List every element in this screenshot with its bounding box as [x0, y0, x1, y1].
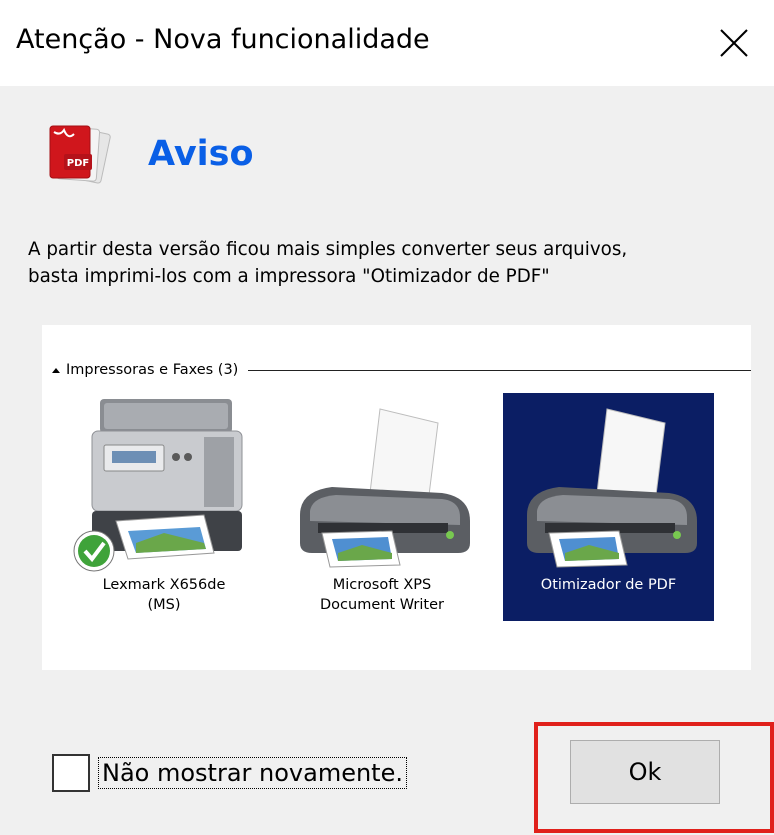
- printer-item-microsoft-xps[interactable]: Microsoft XPS Document Writer: [282, 393, 482, 621]
- printers-group-label: Impressoras e Faxes (3): [66, 362, 239, 378]
- ok-button[interactable]: Ok: [570, 740, 720, 804]
- printers-group-header[interactable]: Impressoras e Faxes (3): [52, 360, 751, 380]
- pdf-document-icon: PDF: [49, 125, 111, 184]
- dont-show-again-checkbox[interactable]: [52, 754, 90, 792]
- printer-icon: [526, 408, 697, 568]
- close-icon: [720, 29, 748, 57]
- svg-text:PDF: PDF: [67, 158, 89, 169]
- printers-panel: Impressoras e Faxes (3) Lexmark X656de (…: [42, 325, 751, 670]
- multifunction-printer-icon: [73, 399, 243, 572]
- dont-show-again-option[interactable]: Não mostrar novamente.: [52, 754, 407, 792]
- title-bar: Atenção - Nova funcionalidade: [0, 0, 774, 86]
- header-title: Aviso: [148, 134, 254, 174]
- window-title: Atenção - Nova funcionalidade: [16, 24, 430, 55]
- message-line-1: A partir desta versão ficou mais simples…: [28, 239, 628, 260]
- printer-name-line-2: (MS): [147, 597, 181, 613]
- dont-show-again-label[interactable]: Não mostrar novamente.: [98, 757, 407, 789]
- printer-item-lexmark[interactable]: Lexmark X656de (MS): [64, 393, 264, 621]
- printer-icon: [300, 408, 470, 568]
- dialog-window: Atenção - Nova funcionalidade PDF Aviso …: [0, 0, 774, 835]
- message-text: A partir desta versão ficou mais simples…: [28, 236, 758, 290]
- close-button[interactable]: [694, 0, 774, 86]
- group-divider: [248, 369, 751, 371]
- printer-item-otimizador-de-pdf[interactable]: Otimizador de PDF: [503, 393, 714, 621]
- message-line-2: basta imprimi-los com a impressora "Otim…: [28, 266, 550, 287]
- collapse-arrow-icon[interactable]: [52, 367, 60, 373]
- printer-name-line-2: Document Writer: [320, 597, 444, 613]
